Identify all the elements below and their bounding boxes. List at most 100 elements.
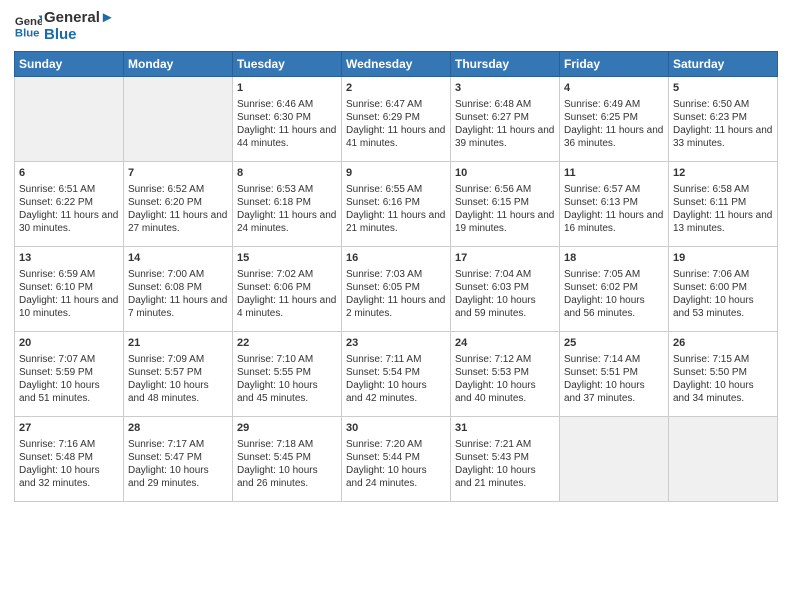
calendar-cell: 21 Sunrise: 7:09 AMSunset: 5:57 PMDayligh… <box>124 332 233 417</box>
day-detail: Sunrise: 6:51 AMSunset: 6:22 PMDaylight:… <box>19 183 119 236</box>
day-number: 1 <box>237 81 337 96</box>
day-number: 16 <box>346 251 446 266</box>
day-number: 24 <box>455 336 555 351</box>
weekday-header-row: SundayMondayTuesdayWednesdayThursdayFrid… <box>15 52 778 77</box>
day-detail: Sunrise: 7:06 AMSunset: 6:00 PMDaylight:… <box>673 268 773 321</box>
day-number: 14 <box>128 251 228 266</box>
weekday-header-monday: Monday <box>124 52 233 77</box>
calendar-cell: 19 Sunrise: 7:06 AMSunset: 6:00 PMDayligh… <box>669 247 778 332</box>
day-detail: Sunrise: 7:16 AMSunset: 5:48 PMDaylight:… <box>19 438 119 491</box>
svg-text:Blue: Blue <box>15 28 40 40</box>
day-number: 23 <box>346 336 446 351</box>
day-number: 31 <box>455 421 555 436</box>
calendar-cell: 25Sunrise: 7:14 AMSunset: 5:51 PMDayligh… <box>560 332 669 417</box>
weekday-header-thursday: Thursday <box>451 52 560 77</box>
calendar-cell: 17Sunrise: 7:04 AMSunset: 6:03 PMDayligh… <box>451 247 560 332</box>
calendar-row-0: 1 Sunrise: 6:46 AMSunset: 6:30 PMDaylight… <box>15 77 778 162</box>
day-detail: Sunrise: 7:20 AMSunset: 5:44 PMDaylight:… <box>346 438 446 491</box>
calendar-cell: 22 Sunrise: 7:10 AMSunset: 5:55 PMDayligh… <box>233 332 342 417</box>
calendar-cell: 14Sunrise: 7:00 AMSunset: 6:08 PMDayligh… <box>124 247 233 332</box>
day-detail: Sunrise: 7:09 AMSunset: 5:57 PMDaylight:… <box>128 353 228 406</box>
day-number: 5 <box>673 81 773 96</box>
day-number: 28 <box>128 421 228 436</box>
calendar-cell: 24Sunrise: 7:12 AMSunset: 5:53 PMDayligh… <box>451 332 560 417</box>
day-number: 27 <box>19 421 119 436</box>
day-detail: Sunrise: 7:02 AMSunset: 6:06 PMDaylight:… <box>237 268 337 321</box>
calendar-cell <box>15 77 124 162</box>
day-detail: Sunrise: 6:47 AMSunset: 6:29 PMDaylight:… <box>346 98 446 151</box>
day-number: 20 <box>19 336 119 351</box>
calendar-cell: 5Sunrise: 6:50 AMSunset: 6:23 PMDaylight… <box>669 77 778 162</box>
day-detail: Sunrise: 7:10 AMSunset: 5:55 PMDaylight:… <box>237 353 337 406</box>
calendar-cell: 18Sunrise: 7:05 AMSunset: 6:02 PMDayligh… <box>560 247 669 332</box>
calendar-cell: 2 Sunrise: 6:47 AMSunset: 6:29 PMDaylight… <box>342 77 451 162</box>
calendar-cell: 29 Sunrise: 7:18 AMSunset: 5:45 PMDayligh… <box>233 417 342 502</box>
day-number: 2 <box>346 81 446 96</box>
day-detail: Sunrise: 6:53 AMSunset: 6:18 PMDaylight:… <box>237 183 337 236</box>
day-detail: Sunrise: 6:49 AMSunset: 6:25 PMDaylight:… <box>564 98 664 151</box>
calendar-cell: 10 Sunrise: 6:56 AMSunset: 6:15 PMDayligh… <box>451 162 560 247</box>
calendar-cell: 15 Sunrise: 7:02 AMSunset: 6:06 PMDayligh… <box>233 247 342 332</box>
day-detail: Sunrise: 6:46 AMSunset: 6:30 PMDaylight:… <box>237 98 337 151</box>
day-number: 26 <box>673 336 773 351</box>
day-number: 12 <box>673 166 773 181</box>
weekday-header-tuesday: Tuesday <box>233 52 342 77</box>
calendar-cell: 7Sunrise: 6:52 AMSunset: 6:20 PMDaylight… <box>124 162 233 247</box>
logo-text-block: General► Blue <box>44 10 115 43</box>
day-detail: Sunrise: 7:07 AMSunset: 5:59 PMDaylight:… <box>19 353 119 406</box>
calendar-cell: 28Sunrise: 7:17 AMSunset: 5:47 PMDayligh… <box>124 417 233 502</box>
calendar-cell: 8Sunrise: 6:53 AMSunset: 6:18 PMDaylight… <box>233 162 342 247</box>
day-number: 18 <box>564 251 664 266</box>
day-number: 9 <box>346 166 446 181</box>
calendar-cell: 11 Sunrise: 6:57 AMSunset: 6:13 PMDayligh… <box>560 162 669 247</box>
day-number: 19 <box>673 251 773 266</box>
calendar-cell: 4Sunrise: 6:49 AMSunset: 6:25 PMDaylight… <box>560 77 669 162</box>
calendar-cell: 20 Sunrise: 7:07 AMSunset: 5:59 PMDayligh… <box>15 332 124 417</box>
page: General Blue General► Blue SundayMondayT… <box>0 0 792 612</box>
logo-line1: General► <box>44 10 115 27</box>
logo-line2: Blue <box>44 27 115 44</box>
day-number: 21 <box>128 336 228 351</box>
calendar-cell: 1 Sunrise: 6:46 AMSunset: 6:30 PMDaylight… <box>233 77 342 162</box>
weekday-header-sunday: Sunday <box>15 52 124 77</box>
day-detail: Sunrise: 6:59 AMSunset: 6:10 PMDaylight:… <box>19 268 119 321</box>
day-number: 6 <box>19 166 119 181</box>
calendar-cell: 16 Sunrise: 7:03 AMSunset: 6:05 PMDayligh… <box>342 247 451 332</box>
day-number: 10 <box>455 166 555 181</box>
day-detail: Sunrise: 6:57 AMSunset: 6:13 PMDaylight:… <box>564 183 664 236</box>
day-detail: Sunrise: 6:58 AMSunset: 6:11 PMDaylight:… <box>673 183 773 236</box>
day-number: 22 <box>237 336 337 351</box>
calendar-row-1: 6 Sunrise: 6:51 AMSunset: 6:22 PMDaylight… <box>15 162 778 247</box>
day-detail: Sunrise: 7:21 AMSunset: 5:43 PMDaylight:… <box>455 438 555 491</box>
calendar-cell: 23 Sunrise: 7:11 AMSunset: 5:54 PMDayligh… <box>342 332 451 417</box>
day-detail: Sunrise: 7:15 AMSunset: 5:50 PMDaylight:… <box>673 353 773 406</box>
calendar-cell <box>124 77 233 162</box>
calendar-cell: 6 Sunrise: 6:51 AMSunset: 6:22 PMDaylight… <box>15 162 124 247</box>
day-number: 11 <box>564 166 664 181</box>
day-detail: Sunrise: 7:11 AMSunset: 5:54 PMDaylight:… <box>346 353 446 406</box>
weekday-header-saturday: Saturday <box>669 52 778 77</box>
day-detail: Sunrise: 6:55 AMSunset: 6:16 PMDaylight:… <box>346 183 446 236</box>
calendar-row-4: 27 Sunrise: 7:16 AMSunset: 5:48 PMDayligh… <box>15 417 778 502</box>
calendar-cell: 27 Sunrise: 7:16 AMSunset: 5:48 PMDayligh… <box>15 417 124 502</box>
calendar-cell: 9 Sunrise: 6:55 AMSunset: 6:16 PMDaylight… <box>342 162 451 247</box>
calendar-cell <box>669 417 778 502</box>
calendar-row-3: 20 Sunrise: 7:07 AMSunset: 5:59 PMDayligh… <box>15 332 778 417</box>
calendar-cell: 31 Sunrise: 7:21 AMSunset: 5:43 PMDayligh… <box>451 417 560 502</box>
day-number: 15 <box>237 251 337 266</box>
day-number: 29 <box>237 421 337 436</box>
day-detail: Sunrise: 6:56 AMSunset: 6:15 PMDaylight:… <box>455 183 555 236</box>
logo-icon: General Blue <box>14 12 42 40</box>
day-number: 13 <box>19 251 119 266</box>
logo: General Blue General► Blue <box>14 10 115 43</box>
day-detail: Sunrise: 6:52 AMSunset: 6:20 PMDaylight:… <box>128 183 228 236</box>
day-number: 3 <box>455 81 555 96</box>
day-detail: Sunrise: 7:14 AMSunset: 5:51 PMDaylight:… <box>564 353 664 406</box>
day-detail: Sunrise: 7:03 AMSunset: 6:05 PMDaylight:… <box>346 268 446 321</box>
calendar-cell: 30Sunrise: 7:20 AMSunset: 5:44 PMDayligh… <box>342 417 451 502</box>
svg-text:General: General <box>15 16 42 28</box>
weekday-header-wednesday: Wednesday <box>342 52 451 77</box>
day-number: 17 <box>455 251 555 266</box>
calendar-cell: 3Sunrise: 6:48 AMSunset: 6:27 PMDaylight… <box>451 77 560 162</box>
day-detail: Sunrise: 7:18 AMSunset: 5:45 PMDaylight:… <box>237 438 337 491</box>
